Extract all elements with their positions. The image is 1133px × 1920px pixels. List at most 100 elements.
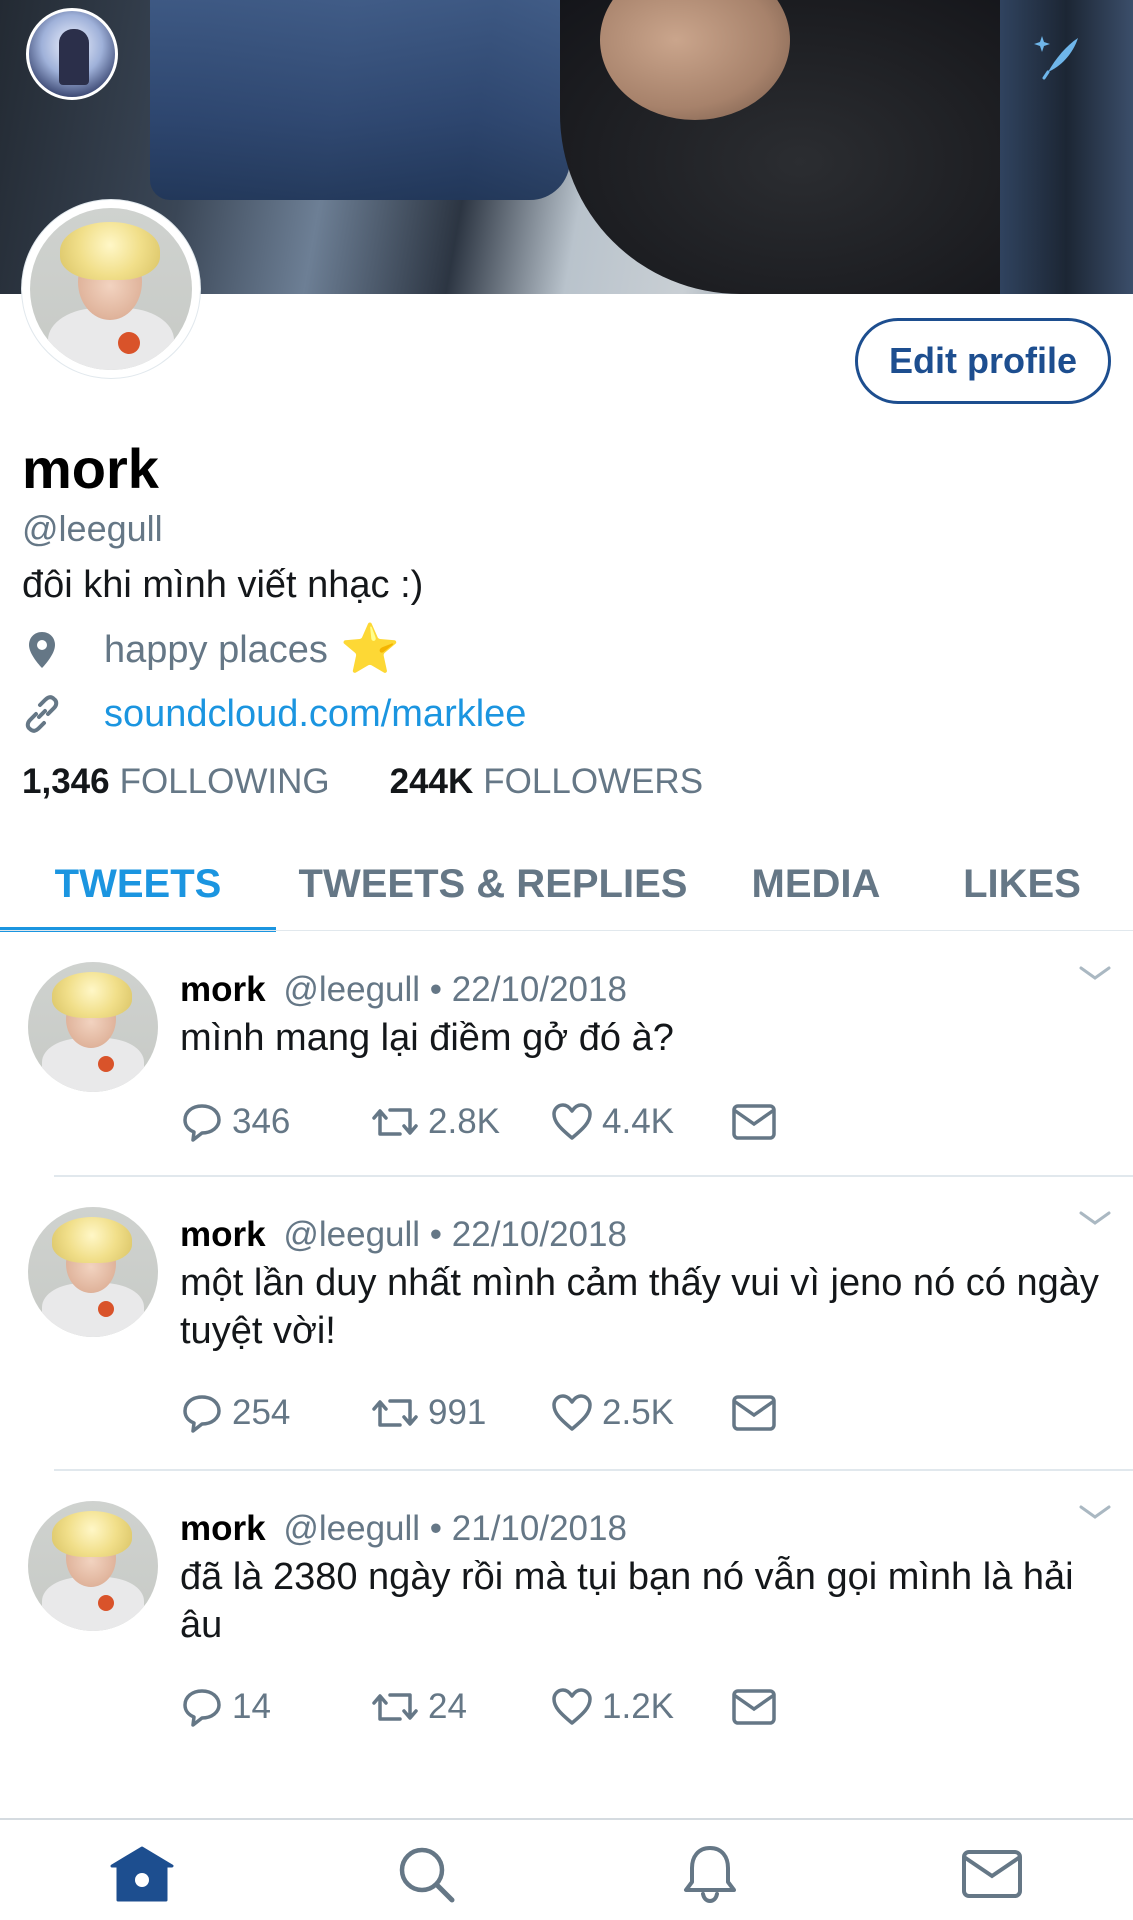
profile-avatar-image [30, 208, 192, 370]
like-count: 4.4K [602, 1102, 674, 1141]
like-button[interactable]: 1.2K [550, 1685, 730, 1729]
like-button[interactable]: 2.5K [550, 1391, 730, 1435]
retweet-button[interactable]: 2.8K [370, 1100, 550, 1144]
tweet-header: mork @leegull • 21/10/2018 [180, 1509, 627, 1549]
star-emoji: ⭐ [339, 623, 400, 676]
tweet-separator: • [429, 1509, 443, 1548]
envelope-icon [732, 1689, 776, 1725]
following-label: FOLLOWING [119, 762, 330, 801]
retweet-count: 24 [428, 1687, 467, 1726]
nav-home[interactable] [106, 1842, 178, 1906]
bottom-nav [0, 1818, 1133, 1920]
reply-count: 346 [232, 1102, 291, 1141]
tab-tweets-replies[interactable]: TWEETS & REPLIES [276, 836, 710, 932]
url-link[interactable]: soundcloud.com/marklee [104, 693, 526, 736]
tab-tweets[interactable]: TWEETS [0, 836, 276, 932]
reply-icon [183, 1689, 221, 1727]
tweet-actions: 254 991 2.5K [180, 1391, 786, 1435]
tab-media[interactable]: MEDIA [710, 836, 922, 932]
tweet-author-handle: @leegull [283, 1509, 421, 1548]
tweet-author-name: mork [180, 1215, 266, 1254]
link-icon [22, 692, 62, 736]
tab-likes[interactable]: LIKES [922, 836, 1122, 932]
reply-button[interactable]: 254 [180, 1391, 370, 1435]
location-pin-icon [22, 628, 62, 672]
profile-location: happy places ⭐ [22, 626, 400, 674]
profile-stats: 1,346 FOLLOWING 244K FOLLOWERS [22, 762, 763, 802]
retweet-icon [372, 1399, 418, 1427]
tweet-header: mork @leegull • 22/10/2018 [180, 970, 627, 1010]
like-button[interactable]: 4.4K [550, 1100, 730, 1144]
retweet-count: 2.8K [428, 1102, 500, 1141]
tweet-author-name: mork [180, 970, 266, 1009]
dm-button[interactable] [730, 1100, 786, 1144]
tweet-actions: 346 2.8K 4.4K [180, 1100, 786, 1144]
home-icon [110, 1846, 174, 1902]
edit-profile-button[interactable]: Edit profile [855, 318, 1111, 404]
tweet-separator: • [429, 970, 443, 1009]
nav-notifications[interactable] [674, 1842, 746, 1906]
tweet-separator: • [429, 1215, 443, 1254]
nav-messages[interactable] [956, 1842, 1028, 1906]
search-icon [399, 1847, 455, 1903]
tweet-header: mork @leegull • 22/10/2018 [180, 1215, 627, 1255]
envelope-icon [962, 1850, 1022, 1898]
reply-button[interactable]: 14 [180, 1685, 370, 1729]
profile-name: mork [22, 437, 159, 500]
heart-icon [552, 1394, 592, 1431]
followers-label: FOLLOWERS [483, 762, 704, 801]
banner-jacket [150, 0, 570, 200]
tweet-avatar[interactable] [28, 962, 158, 1092]
tweet-text: một lần duy nhất mình cảm thấy vui vì je… [180, 1262, 1099, 1352]
tweet-divider [54, 1469, 1133, 1471]
envelope-icon [732, 1395, 776, 1431]
tweet-date: 22/10/2018 [451, 1215, 627, 1254]
following-stat[interactable]: 1,346 FOLLOWING [22, 762, 330, 802]
heart-icon [552, 1103, 592, 1140]
reply-icon [183, 1104, 221, 1142]
tweet-avatar[interactable] [28, 1207, 158, 1337]
envelope-icon [732, 1104, 776, 1140]
tweet-date: 22/10/2018 [451, 970, 627, 1009]
like-count: 2.5K [602, 1393, 674, 1432]
dm-button[interactable] [730, 1391, 786, 1435]
tweet-author-handle: @leegull [283, 1215, 421, 1254]
profile-url[interactable]: soundcloud.com/marklee [22, 692, 526, 736]
like-count: 1.2K [602, 1687, 674, 1726]
followers-count: 244K [389, 762, 474, 801]
followers-stat[interactable]: 244K FOLLOWERS [390, 762, 703, 802]
profile-bio: đôi khi mình viết nhạc :) [22, 564, 424, 606]
retweet-button[interactable]: 24 [370, 1685, 550, 1729]
chevron-down-icon[interactable] [1075, 958, 1115, 988]
profile-handle: @leegull [22, 508, 163, 549]
tweet-actions: 14 24 1.2K [180, 1685, 786, 1729]
account-switcher-avatar[interactable] [26, 8, 118, 100]
following-count: 1,346 [22, 762, 110, 801]
tweet-author-handle: @leegull [283, 970, 421, 1009]
reply-button[interactable]: 346 [180, 1100, 370, 1144]
dm-button[interactable] [730, 1685, 786, 1729]
reply-count: 254 [232, 1393, 291, 1432]
tweet-divider [54, 1175, 1133, 1177]
reply-count: 14 [232, 1687, 271, 1726]
tabs-divider [0, 930, 1133, 931]
retweet-count: 991 [428, 1393, 487, 1432]
chevron-down-icon[interactable] [1075, 1203, 1115, 1233]
bell-icon [684, 1846, 736, 1904]
compose-sparkle-icon[interactable] [1030, 28, 1084, 82]
retweet-button[interactable]: 991 [370, 1391, 550, 1435]
chevron-down-icon[interactable] [1075, 1497, 1115, 1527]
location-text: happy places [104, 628, 328, 671]
retweet-icon [372, 1108, 418, 1136]
heart-icon [552, 1688, 592, 1725]
tweet-date: 21/10/2018 [451, 1509, 627, 1548]
reply-icon [183, 1395, 221, 1433]
profile-avatar[interactable] [22, 200, 200, 378]
tweet-text: mình mang lại điềm gở đó à? [180, 1017, 674, 1059]
nav-search[interactable] [390, 1842, 462, 1906]
tweet-author-name: mork [180, 1509, 266, 1548]
tweet-text: đã là 2380 ngày rồi mà tụi bạn nó vẫn gọ… [180, 1556, 1074, 1646]
retweet-icon [372, 1693, 418, 1721]
tweet-avatar[interactable] [28, 1501, 158, 1631]
profile-tabs: TWEETS TWEETS & REPLIES MEDIA LIKES [0, 836, 1133, 932]
